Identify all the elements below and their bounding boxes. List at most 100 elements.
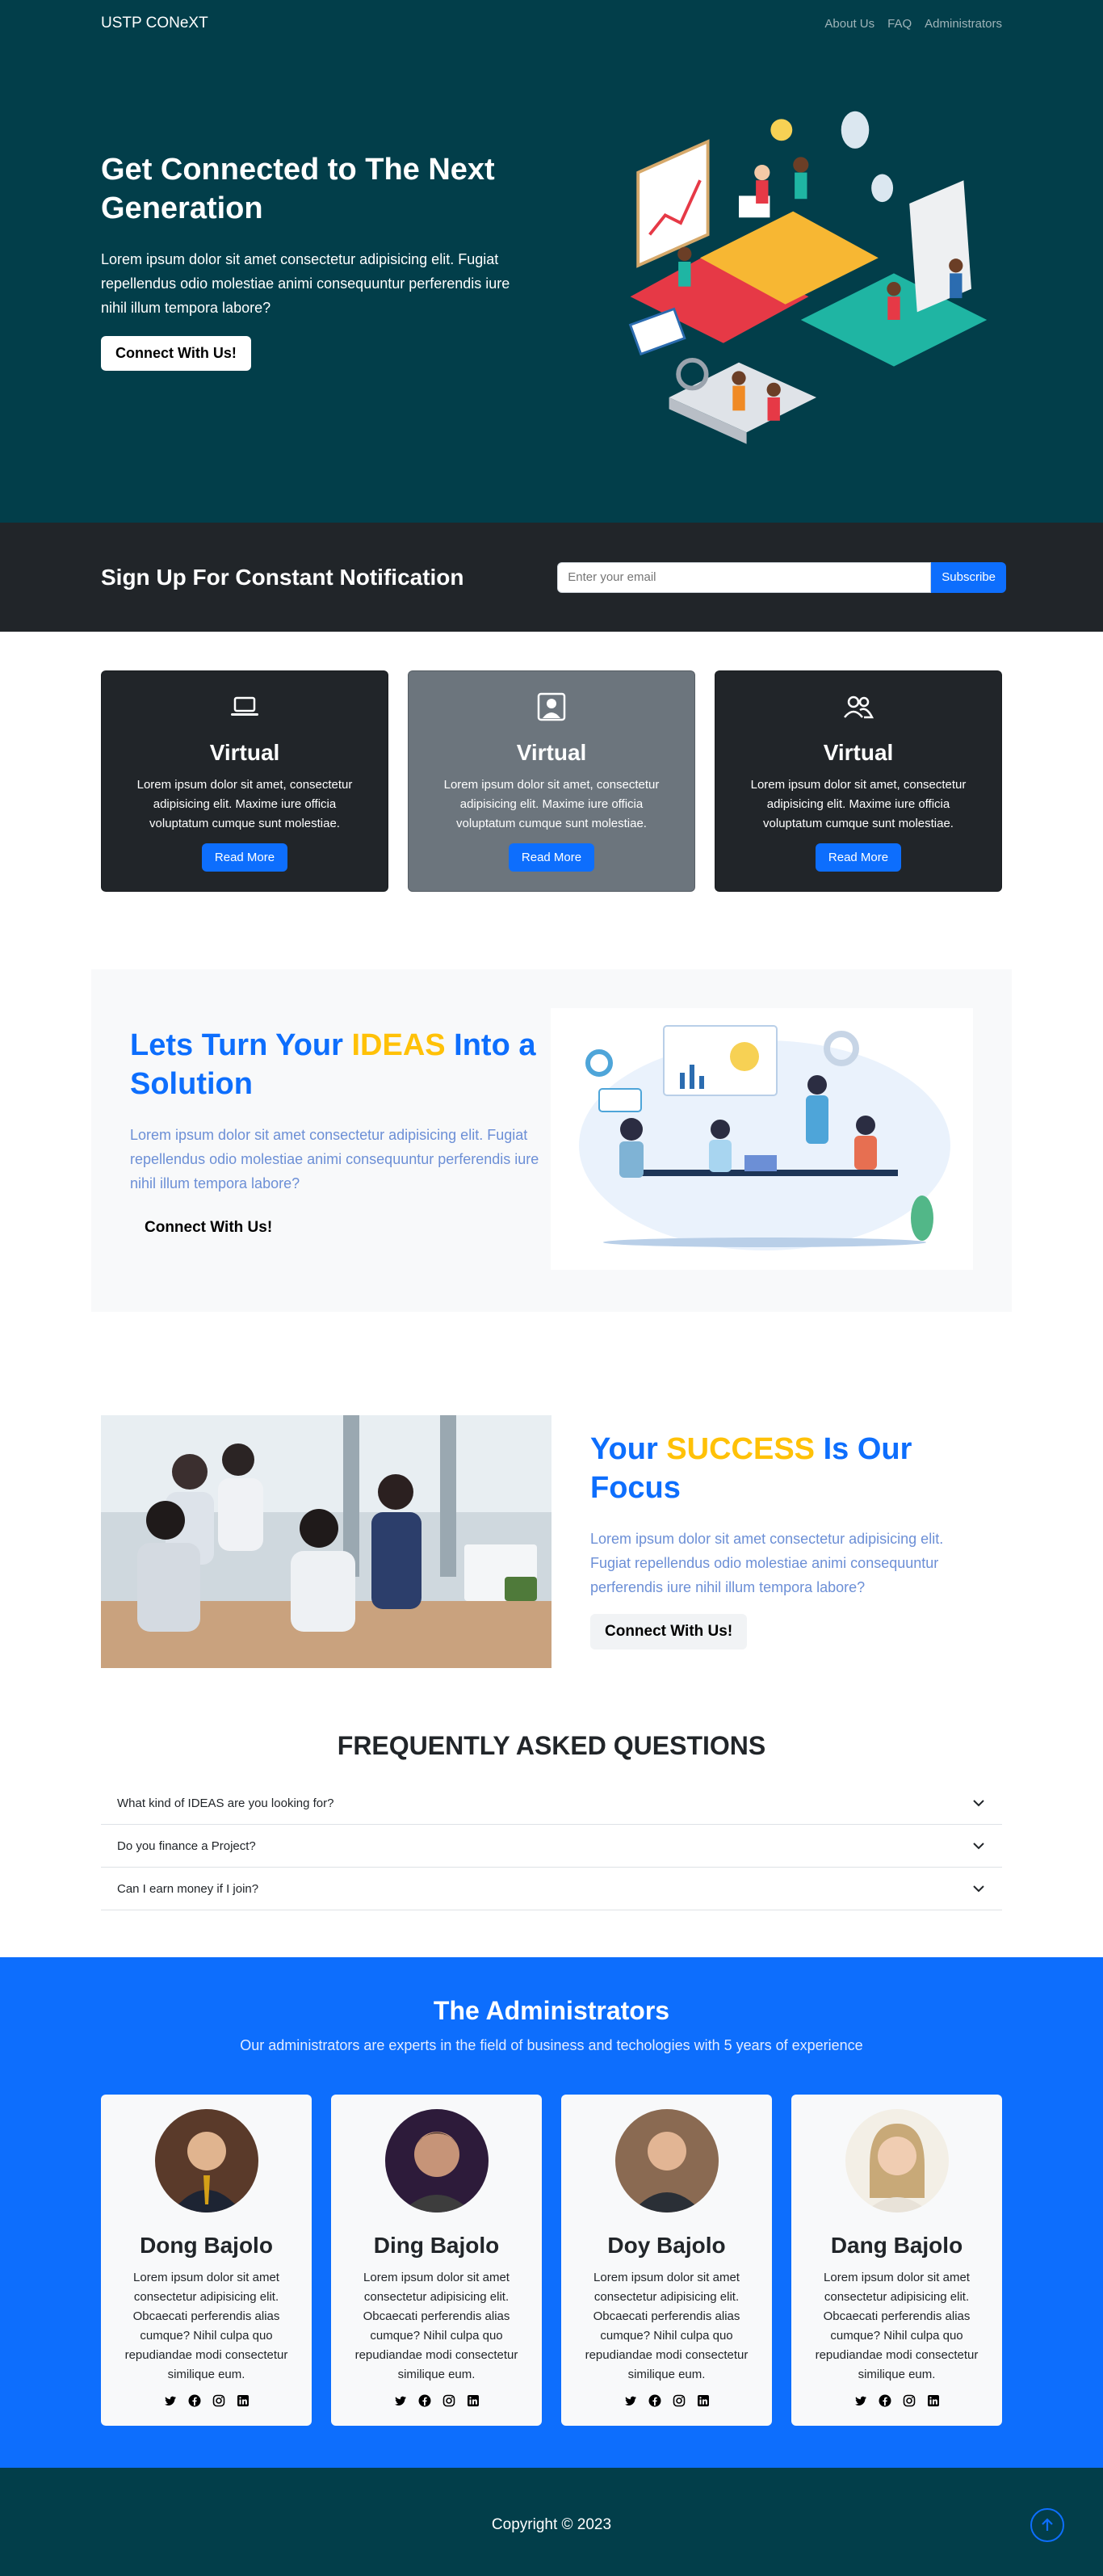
- faq-question: What kind of IDEAS are you looking for?: [117, 1796, 334, 1810]
- administrator-card: Dang Bajolo Lorem ipsum dolor sit amet c…: [791, 2095, 1002, 2426]
- ideas-accent: IDEAS: [351, 1028, 446, 1062]
- card-text: Lorem ipsum dolor sit amet, consectetur …: [136, 778, 353, 830]
- read-more-button[interactable]: Read More: [815, 843, 902, 872]
- card-title: Virtual: [823, 740, 894, 765]
- administrator-cards: Dong Bajolo Lorem ipsum dolor sit amet c…: [101, 2095, 1002, 2426]
- instagram-icon[interactable]: [903, 2394, 916, 2407]
- hero-connect-button[interactable]: Connect With Us!: [101, 336, 251, 371]
- twitter-icon[interactable]: [624, 2394, 637, 2407]
- administrators-subtitle: Our administrators are experts in the fi…: [240, 2037, 863, 2053]
- facebook-icon[interactable]: [879, 2394, 891, 2407]
- twitter-icon[interactable]: [164, 2394, 177, 2407]
- read-more-button[interactable]: Read More: [508, 843, 595, 872]
- administrator-card: Ding Bajolo Lorem ipsum dolor sit amet c…: [331, 2095, 542, 2426]
- administrator-name: Doy Bajolo: [607, 2233, 726, 2258]
- nav-links: About Us FAQ Administrators: [824, 17, 1002, 31]
- people-icon: [844, 695, 874, 719]
- feature-card: Virtual Lorem ipsum dolor sit amet, cons…: [715, 670, 1002, 892]
- hero-description: Lorem ipsum dolor sit amet consectetur a…: [101, 251, 510, 316]
- person-square-icon: [537, 692, 566, 721]
- hero-illustration: [628, 111, 987, 444]
- social-links: [331, 2394, 542, 2407]
- social-links: [791, 2394, 1002, 2407]
- social-links: [101, 2394, 312, 2407]
- back-to-top-button[interactable]: [1030, 2508, 1064, 2542]
- nav-link-administrators[interactable]: Administrators: [925, 17, 1002, 31]
- instagram-icon[interactable]: [673, 2394, 686, 2407]
- card-title: Virtual: [516, 740, 587, 765]
- arrow-up-icon: [1042, 2518, 1053, 2531]
- read-more-button[interactable]: Read More: [201, 843, 288, 872]
- administrator-card: Doy Bajolo Lorem ipsum dolor sit amet co…: [561, 2095, 772, 2426]
- success-description: Lorem ipsum dolor sit amet consectetur a…: [590, 1531, 944, 1595]
- administrator-bio: Lorem ipsum dolor sit amet consectetur a…: [354, 2271, 518, 2381]
- faq-question: Can I earn money if I join?: [117, 1881, 259, 1896]
- feature-card: Virtual Lorem ipsum dolor sit amet, cons…: [101, 670, 388, 892]
- social-links: [561, 2394, 772, 2407]
- faq-item[interactable]: Do you finance a Project?: [101, 1825, 1002, 1868]
- chevron-down-icon: [973, 1885, 984, 1893]
- administrator-name: Dong Bajolo: [140, 2233, 273, 2258]
- signup-title: Sign Up For Constant Notification: [101, 564, 464, 590]
- facebook-icon[interactable]: [648, 2394, 661, 2407]
- linkedin-icon[interactable]: [237, 2394, 250, 2407]
- ideas-section: Lets Turn Your IDEAS Into a Solution Lor…: [91, 969, 1012, 1312]
- navbar: USTP CONeXT About Us FAQ Administrators: [101, 0, 1002, 47]
- footer: Copyright © 2023: [0, 2468, 1103, 2576]
- hero-section: USTP CONeXT About Us FAQ Administrators …: [0, 0, 1103, 523]
- facebook-icon[interactable]: [188, 2394, 201, 2407]
- chevron-down-icon: [973, 1843, 984, 1850]
- ideas-description: Lorem ipsum dolor sit amet consectetur a…: [130, 1127, 539, 1191]
- hero-title: Get Connected to The Next Generation: [101, 153, 495, 225]
- facebook-icon[interactable]: [418, 2394, 431, 2407]
- administrator-name: Dang Bajolo: [830, 2233, 963, 2258]
- nav-link-faq[interactable]: FAQ: [887, 17, 912, 31]
- avatar: [384, 2109, 489, 2213]
- avatar: [154, 2109, 258, 2213]
- faq-question: Do you finance a Project?: [117, 1838, 256, 1853]
- faq-section: FREQUENTLY ASKED QUESTIONS What kind of …: [101, 1731, 1002, 1910]
- subscribe-button[interactable]: Subscribe: [931, 561, 1006, 593]
- brand-logo[interactable]: USTP CONeXT: [101, 15, 208, 32]
- avatar: [614, 2109, 719, 2213]
- copyright-text: Copyright © 2023: [491, 2516, 612, 2533]
- faq-item[interactable]: Can I earn money if I join?: [101, 1868, 1002, 1910]
- administrator-bio: Lorem ipsum dolor sit amet consectetur a…: [815, 2271, 979, 2381]
- instagram-icon[interactable]: [212, 2394, 225, 2407]
- feature-cards: Virtual Lorem ipsum dolor sit amet, cons…: [101, 632, 1002, 892]
- email-input[interactable]: [557, 561, 932, 593]
- administrator-name: Ding Bajolo: [373, 2233, 500, 2258]
- avatar: [845, 2109, 949, 2213]
- twitter-icon[interactable]: [854, 2394, 867, 2407]
- twitter-icon[interactable]: [394, 2394, 407, 2407]
- linkedin-icon[interactable]: [697, 2394, 710, 2407]
- ideas-title: Lets Turn Your IDEAS Into a Solution: [130, 1028, 536, 1101]
- faq-accordion: What kind of IDEAS are you looking for? …: [101, 1782, 1002, 1910]
- ideas-connect-button[interactable]: Connect With Us!: [130, 1210, 287, 1246]
- card-title: Virtual: [209, 740, 280, 765]
- chevron-down-icon: [973, 1800, 984, 1807]
- linkedin-icon[interactable]: [927, 2394, 940, 2407]
- laptop-icon: [231, 696, 258, 716]
- success-section: Your SUCCESS Is Our Focus Lorem ipsum do…: [101, 1415, 1002, 1668]
- administrator-bio: Lorem ipsum dolor sit amet consectetur a…: [124, 2271, 288, 2381]
- card-text: Lorem ipsum dolor sit amet, consectetur …: [443, 778, 660, 830]
- card-text: Lorem ipsum dolor sit amet, consectetur …: [750, 778, 967, 830]
- faq-title: FREQUENTLY ASKED QUESTIONS: [337, 1731, 766, 1760]
- administrators-title: The Administrators: [433, 1996, 670, 2025]
- team-celebration-photo: [101, 1415, 552, 1668]
- linkedin-icon[interactable]: [467, 2394, 480, 2407]
- success-title: Your SUCCESS Is Our Focus: [590, 1432, 912, 1505]
- nav-link-about[interactable]: About Us: [824, 17, 874, 31]
- administrator-card: Dong Bajolo Lorem ipsum dolor sit amet c…: [101, 2095, 312, 2426]
- success-accent: SUCCESS: [666, 1432, 816, 1466]
- instagram-icon[interactable]: [442, 2394, 455, 2407]
- signup-form: Subscribe: [557, 561, 1006, 593]
- administrator-bio: Lorem ipsum dolor sit amet consectetur a…: [585, 2271, 749, 2381]
- team-meeting-illustration: [551, 1008, 973, 1270]
- faq-item[interactable]: What kind of IDEAS are you looking for?: [101, 1782, 1002, 1825]
- feature-card: Virtual Lorem ipsum dolor sit amet, cons…: [408, 670, 695, 892]
- administrators-section: The Administrators Our administrators ar…: [0, 1957, 1103, 2468]
- success-connect-button[interactable]: Connect With Us!: [590, 1614, 748, 1649]
- signup-section: Sign Up For Constant Notification Subscr…: [0, 523, 1103, 632]
